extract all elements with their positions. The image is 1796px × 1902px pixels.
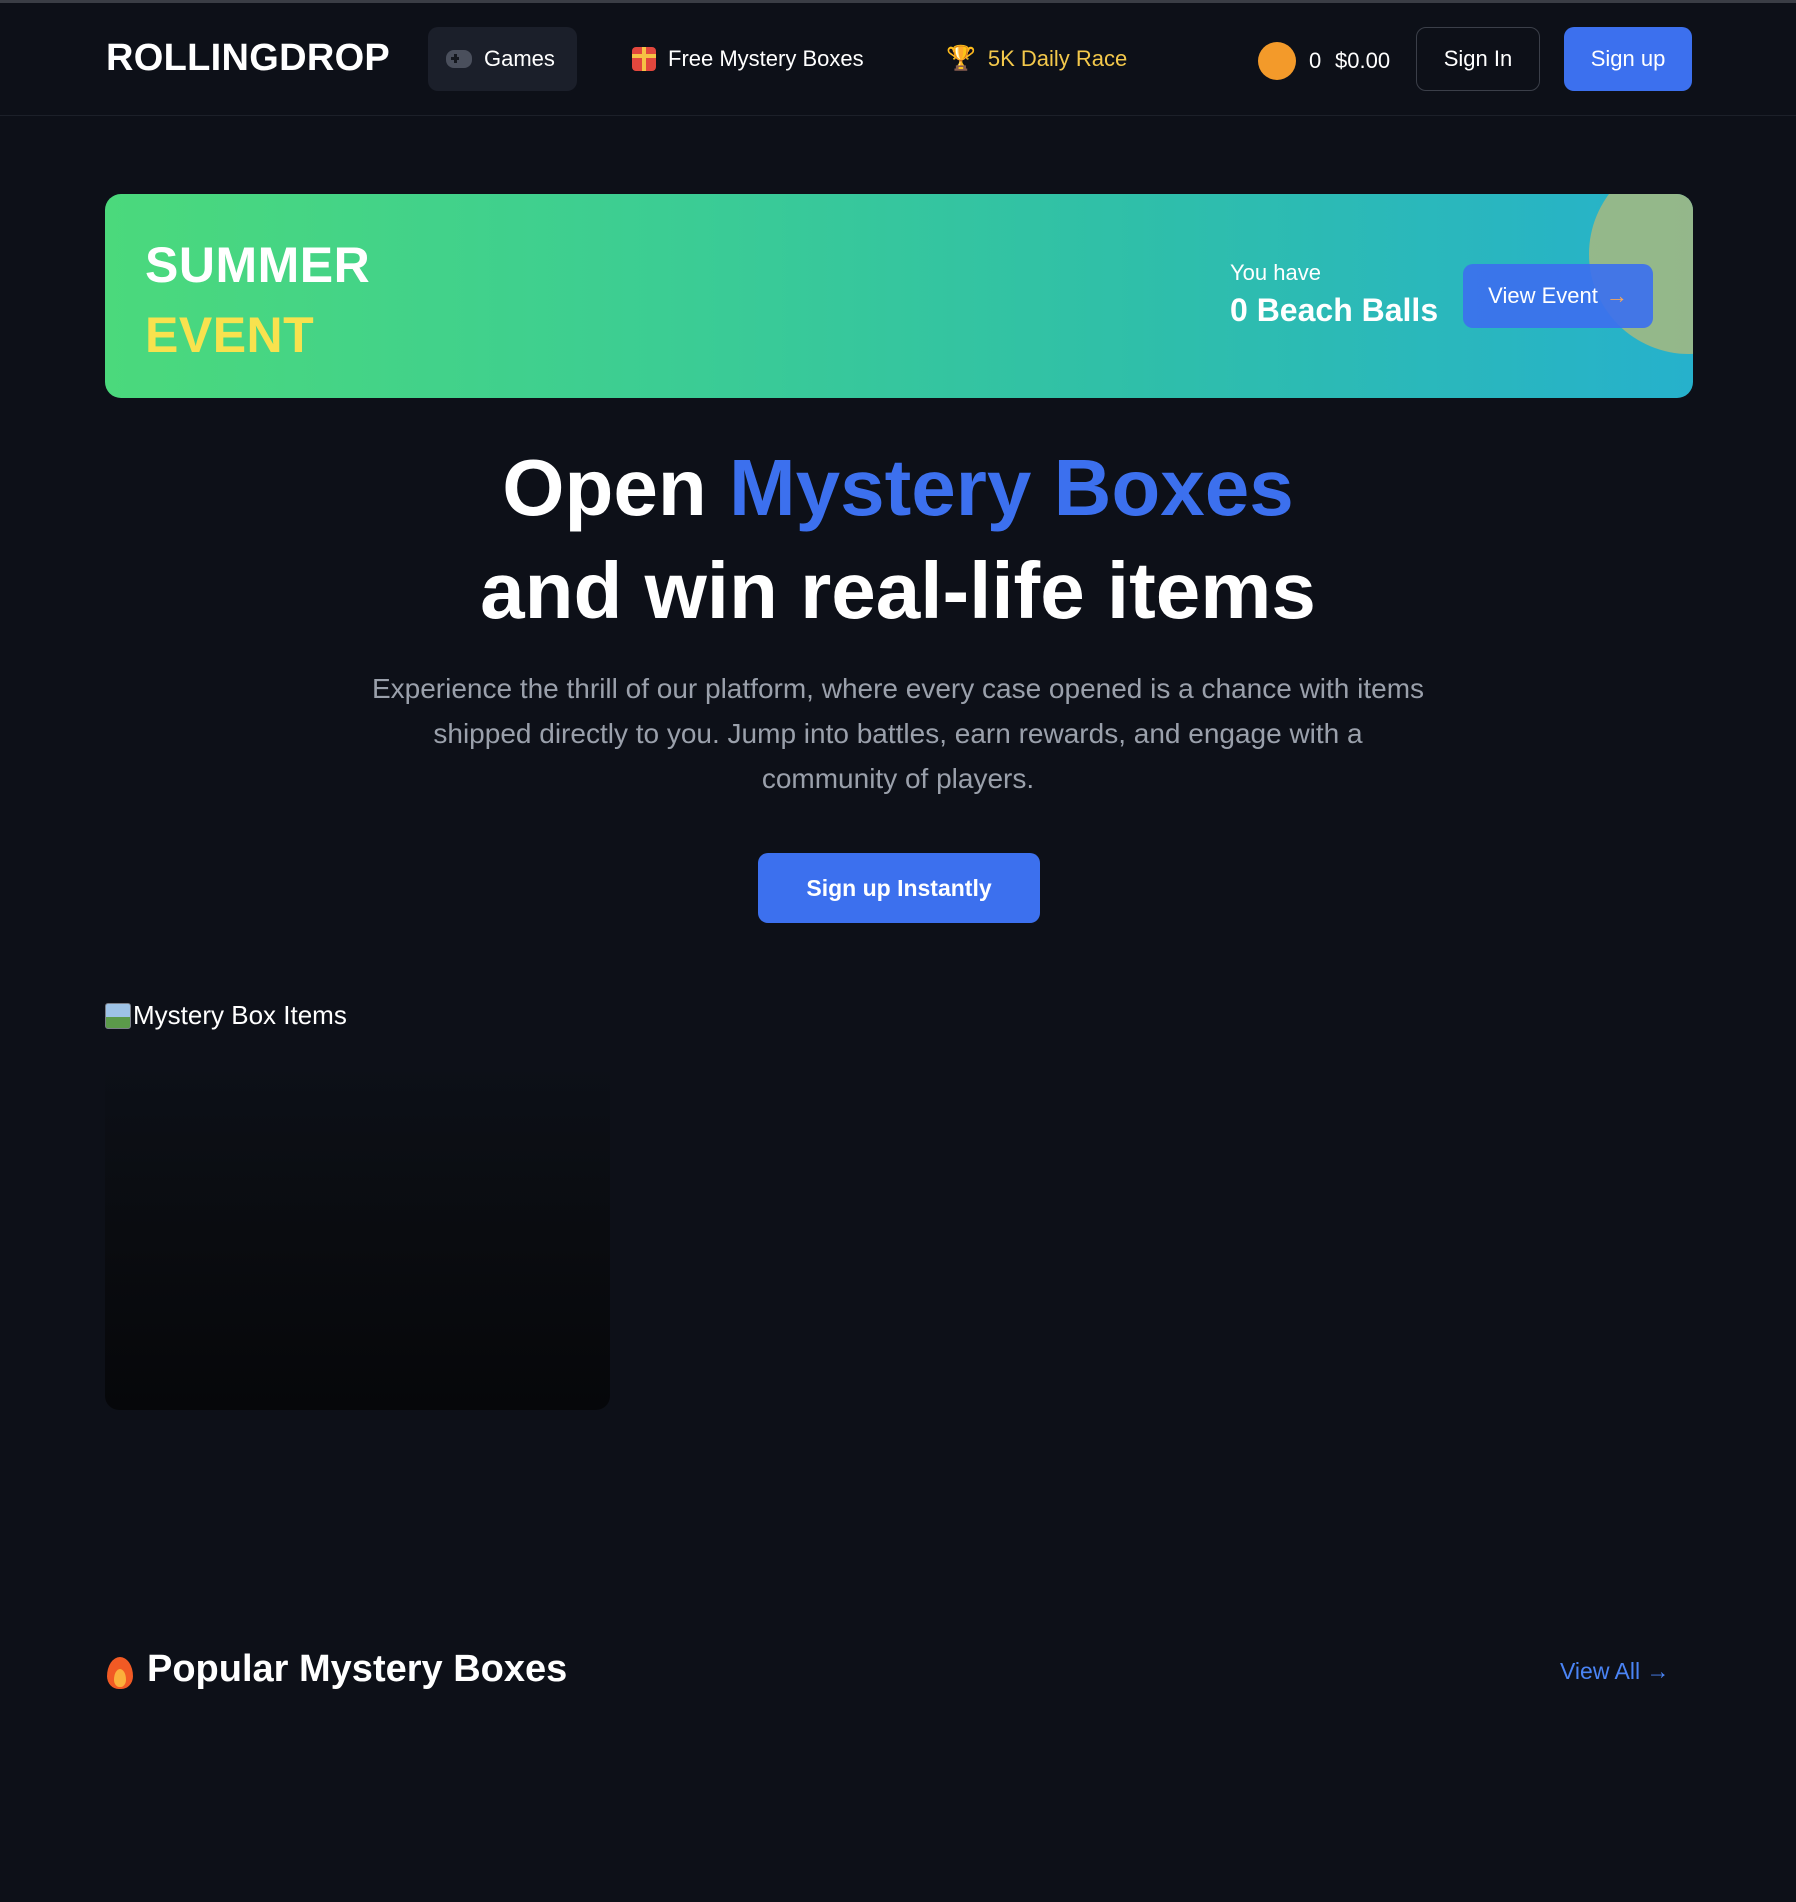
view-all-link[interactable]: View All → xyxy=(1560,1658,1670,1685)
nav-free-mystery-boxes[interactable]: Free Mystery Boxes xyxy=(632,27,864,91)
nav-race-label: 5K Daily Race xyxy=(987,46,1128,71)
view-event-label: View Event xyxy=(1488,283,1598,308)
event-you-have-label: You have xyxy=(1230,260,1321,285)
arrow-right-icon: → xyxy=(1605,283,1628,308)
hero-title-line1: Open Mystery Boxes xyxy=(0,442,1796,534)
popular-title: Popular Mystery Boxes xyxy=(147,1648,568,1690)
sign-up-instantly-button[interactable]: Sign up Instantly xyxy=(758,853,1040,923)
fire-icon xyxy=(105,1651,135,1689)
event-title-summer: SUMMER xyxy=(145,237,371,293)
broken-image-icon xyxy=(105,1002,131,1029)
gift-icon xyxy=(632,47,656,71)
nav-games-label: Games xyxy=(484,46,555,71)
gamepad-icon xyxy=(446,50,472,68)
image-alt-text: Mystery Box Items xyxy=(133,1000,347,1030)
summer-event-banner: SUMMER EVENT You have 0 Beach Balls View… xyxy=(105,194,1693,398)
site-header: ROLLINGDROP Games Free Mystery Boxes 🏆 5… xyxy=(0,3,1796,116)
nav-games[interactable]: Games xyxy=(428,27,577,91)
hero-title-accent: Mystery Boxes xyxy=(728,443,1294,532)
beach-balls-count: 0 Beach Balls xyxy=(1230,292,1439,328)
event-title-event: EVENT xyxy=(145,307,315,363)
trophy-icon: 🏆 xyxy=(946,45,976,72)
popular-section-header: Popular Mystery Boxes xyxy=(105,1648,567,1691)
showcase-panel xyxy=(105,1060,610,1410)
coin-icon xyxy=(1258,42,1296,80)
balance: $0.00 xyxy=(1335,48,1391,73)
coin-count: 0 xyxy=(1309,48,1322,73)
sign-up-button[interactable]: Sign up xyxy=(1564,27,1692,91)
nav-free-label: Free Mystery Boxes xyxy=(668,46,864,71)
hero-description: Experience the thrill of our platform, w… xyxy=(371,673,1425,794)
mystery-box-items-image: Mystery Box Items xyxy=(105,1000,347,1031)
view-event-button[interactable]: View Event → xyxy=(1463,264,1653,328)
site-logo[interactable]: ROLLINGDROP xyxy=(106,37,390,80)
hero-title-prefix: Open xyxy=(502,443,729,532)
sign-in-button[interactable]: Sign In xyxy=(1416,27,1540,91)
hero-title-line2: and win real-life items xyxy=(480,546,1316,635)
nav-daily-race[interactable]: 🏆 5K Daily Race xyxy=(946,27,1127,91)
